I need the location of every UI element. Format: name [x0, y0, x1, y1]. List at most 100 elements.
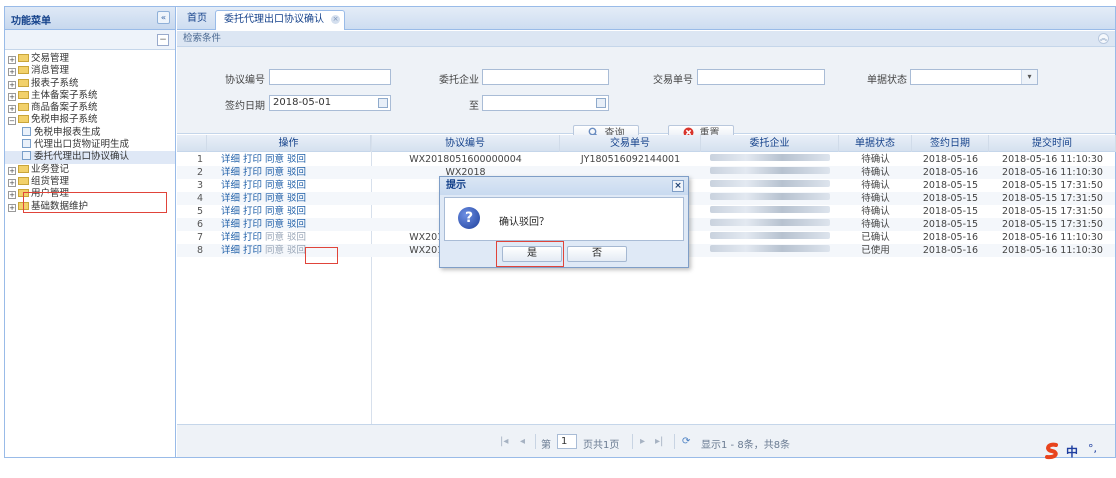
print-link[interactable]: 打印: [243, 166, 262, 179]
no-button[interactable]: 否: [567, 246, 627, 262]
next-page-icon[interactable]: ▸: [640, 436, 645, 447]
approve-link[interactable]: 同意: [265, 166, 284, 179]
status-select[interactable]: ▾: [910, 69, 1038, 85]
detail-link[interactable]: 详细: [221, 153, 240, 166]
reject-link[interactable]: 驳回: [287, 218, 306, 231]
col-header-agreement-no[interactable]: 协议编号: [371, 135, 560, 152]
double-chevron-left-icon[interactable]: «: [157, 11, 170, 24]
reject-link[interactable]: 驳回: [287, 192, 306, 205]
expand-icon[interactable]: +: [8, 92, 16, 101]
detail-link[interactable]: 详细: [221, 205, 240, 218]
sidebar-item-tax-free[interactable]: − 免税申报子系统: [5, 114, 175, 126]
calendar-icon[interactable]: [378, 98, 388, 108]
approve-link[interactable]: 同意: [265, 192, 284, 205]
approve-link[interactable]: 同意: [265, 153, 284, 166]
expand-icon[interactable]: +: [8, 191, 16, 200]
page-number-input[interactable]: 1: [557, 434, 577, 449]
tab-home[interactable]: 首页: [179, 10, 215, 30]
reject-link[interactable]: 驳回: [287, 166, 306, 179]
collapse-icon[interactable]: −: [8, 117, 16, 126]
sign-date-to-input[interactable]: [482, 95, 609, 111]
reject-link[interactable]: 驳回: [287, 205, 306, 218]
detail-link[interactable]: 详细: [221, 166, 240, 179]
sidebar-item-proxy-proof[interactable]: 代理出口货物证明生成: [5, 139, 175, 151]
expand-icon[interactable]: +: [8, 166, 16, 175]
sidebar-item-message[interactable]: + 消息管理: [5, 65, 175, 77]
reject-link[interactable]: 驳回: [287, 179, 306, 192]
detail-link[interactable]: 详细: [221, 218, 240, 231]
tab-agreement-confirm[interactable]: 委托代理出口协议确认 ×: [215, 10, 345, 30]
expand-icon[interactable]: +: [8, 203, 16, 212]
client-cell: [701, 166, 839, 179]
trade-no-cell: JY180516092144001: [580, 154, 681, 165]
print-link[interactable]: 打印: [243, 153, 262, 166]
sidebar-item-goods-filing[interactable]: + 商品备案子系统: [5, 102, 175, 114]
redacted-text: [710, 167, 830, 174]
sidebar-item-report[interactable]: + 报表子系统: [5, 78, 175, 90]
folder-icon: [18, 66, 29, 75]
sidebar-item-trade[interactable]: + 交易管理: [5, 53, 175, 65]
ime-indicator[interactable]: 中 °,: [1043, 442, 1109, 460]
highlight-box: [23, 192, 167, 213]
approve-link[interactable]: 同意: [265, 179, 284, 192]
sidebar-item-declaration-gen[interactable]: 免税申报表生成: [5, 126, 175, 139]
print-link[interactable]: 打印: [243, 192, 262, 205]
collapse-all-icon[interactable]: −: [157, 34, 169, 46]
expand-icon[interactable]: +: [8, 105, 16, 114]
sidebar-item-label: 主体备案子系统: [31, 89, 98, 101]
client-cell: [701, 153, 839, 166]
menu-tree: + 交易管理 + 消息管理 + 报表子系统 + 主体备案子系统 + 商品备案子系统 − 免税…: [5, 50, 175, 213]
reject-link[interactable]: 驳回: [287, 231, 306, 244]
print-link[interactable]: 打印: [243, 244, 262, 257]
prev-page-icon[interactable]: ◂: [520, 436, 525, 447]
sidebar-toolbar: −: [5, 30, 175, 50]
row-number: 6: [196, 219, 203, 230]
col-header-sign-date[interactable]: 签约日期: [912, 135, 989, 152]
close-icon[interactable]: ×: [331, 15, 340, 24]
sidebar-item-consolidation[interactable]: + 组货管理: [5, 176, 175, 188]
expand-icon[interactable]: +: [8, 178, 16, 187]
first-page-icon[interactable]: |◂: [500, 436, 508, 447]
separator: [535, 434, 536, 449]
table-row[interactable]: 1 详细 打印 同意 驳回 WX2018051600000004 JY18051609214…: [177, 153, 1115, 166]
expand-icon[interactable]: +: [8, 80, 16, 89]
trade-no-input[interactable]: [697, 69, 825, 85]
approve-link[interactable]: 同意: [265, 205, 284, 218]
status-cell: 待确认: [861, 154, 890, 165]
col-header-trade-no[interactable]: 交易单号: [560, 135, 701, 152]
approve-link[interactable]: 同意: [265, 244, 284, 257]
client-cell: [701, 192, 839, 205]
col-header-status[interactable]: 单据状态: [839, 135, 912, 152]
expand-icon[interactable]: +: [8, 56, 16, 64]
status-cell: 已使用: [861, 245, 890, 256]
expand-icon[interactable]: +: [8, 68, 16, 77]
print-link[interactable]: 打印: [243, 205, 262, 218]
reject-link[interactable]: 驳回: [287, 244, 306, 257]
approve-link[interactable]: 同意: [265, 231, 284, 244]
col-header-submit-time[interactable]: 提交时间: [989, 135, 1116, 152]
chevron-down-icon[interactable]: ▾: [1021, 70, 1037, 84]
calendar-icon[interactable]: [596, 98, 606, 108]
close-icon[interactable]: ×: [672, 180, 684, 192]
detail-link[interactable]: 详细: [221, 244, 240, 257]
detail-link[interactable]: 详细: [221, 231, 240, 244]
agreement-no-input[interactable]: [269, 69, 391, 85]
detail-link[interactable]: 详细: [221, 179, 240, 192]
sign-date-from-input[interactable]: 2018-05-01: [269, 95, 391, 111]
print-link[interactable]: 打印: [243, 231, 262, 244]
chevron-up-icon[interactable]: ︽: [1098, 33, 1109, 44]
sidebar-item-entity-filing[interactable]: + 主体备案子系统: [5, 90, 175, 102]
submit-time-cell: 2018-05-16 11:10:30: [1002, 232, 1103, 243]
last-page-icon[interactable]: ▸|: [655, 436, 663, 447]
refresh-icon[interactable]: ⟳: [682, 436, 690, 447]
sidebar-item-business-register[interactable]: + 业务登记: [5, 164, 175, 176]
print-link[interactable]: 打印: [243, 179, 262, 192]
reject-link[interactable]: 驳回: [287, 153, 306, 166]
client-input[interactable]: [482, 69, 609, 85]
col-header-client[interactable]: 委托企业: [701, 135, 839, 152]
sidebar-item-agreement-confirm[interactable]: 委托代理出口协议确认: [5, 151, 175, 164]
detail-link[interactable]: 详细: [221, 192, 240, 205]
approve-link[interactable]: 同意: [265, 218, 284, 231]
folder-open-icon: [18, 115, 29, 124]
print-link[interactable]: 打印: [243, 218, 262, 231]
